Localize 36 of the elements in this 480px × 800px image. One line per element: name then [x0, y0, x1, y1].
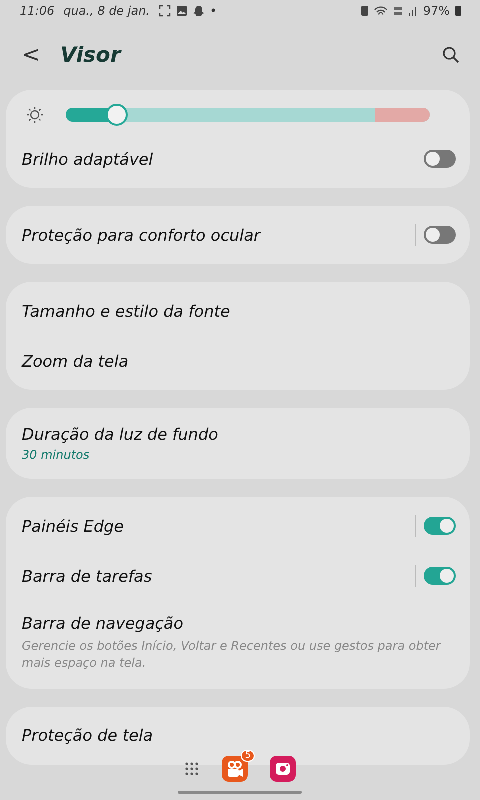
- search-button[interactable]: [440, 44, 462, 66]
- extra-brightness-zone: [375, 108, 430, 122]
- battery-icon: [455, 5, 462, 17]
- battery-saver-icon: [361, 5, 370, 17]
- setting-label[interactable]: Brilho adaptável: [22, 150, 424, 168]
- signal-icon: [408, 5, 418, 17]
- setting-label[interactable]: Zoom da tela: [22, 352, 456, 370]
- image-icon: [176, 5, 188, 17]
- setting-label[interactable]: Barra de tarefas: [22, 566, 415, 586]
- toggle-switch[interactable]: [424, 517, 456, 535]
- setting-label[interactable]: Proteção de tela: [22, 726, 456, 746]
- wifi-icon: [374, 5, 388, 17]
- setting-description: Gerencie os botões Início, Voltar e Recentes ou use gestos para obter mais espaço na tela.: [22, 638, 442, 672]
- setting-label[interactable]: Proteção para conforto ocular: [22, 226, 415, 244]
- setting-label[interactable]: Duração da luz de fundo: [22, 425, 456, 444]
- notification-dot: •: [210, 4, 218, 18]
- video-camera-app-icon: [222, 756, 248, 782]
- setting-value: 30 minutos: [22, 448, 91, 462]
- toggle-switch[interactable]: [424, 150, 456, 168]
- camera-app-icon: [270, 756, 296, 782]
- screenshot-icon: [158, 5, 171, 17]
- ghost-icon: [192, 5, 205, 17]
- toggle-switch[interactable]: [424, 567, 456, 585]
- battery-percent: 97%: [423, 4, 450, 18]
- setting-label[interactable]: Barra de navegação: [22, 614, 456, 633]
- search-icon: [442, 46, 460, 64]
- app-grid-icon: [184, 761, 200, 777]
- setting-label[interactable]: Painéis Edge: [22, 516, 415, 536]
- page-title: Visor: [60, 43, 123, 67]
- back-button[interactable]: <: [16, 42, 46, 68]
- status-date: qua., 8 de jan.: [64, 4, 150, 18]
- slider-thumb[interactable]: [106, 104, 128, 126]
- toggle-switch[interactable]: [424, 226, 456, 244]
- sun-icon: [26, 106, 44, 124]
- status-time: 11:06: [20, 4, 55, 18]
- setting-label[interactable]: Tamanho e estilo da fonte: [22, 302, 456, 320]
